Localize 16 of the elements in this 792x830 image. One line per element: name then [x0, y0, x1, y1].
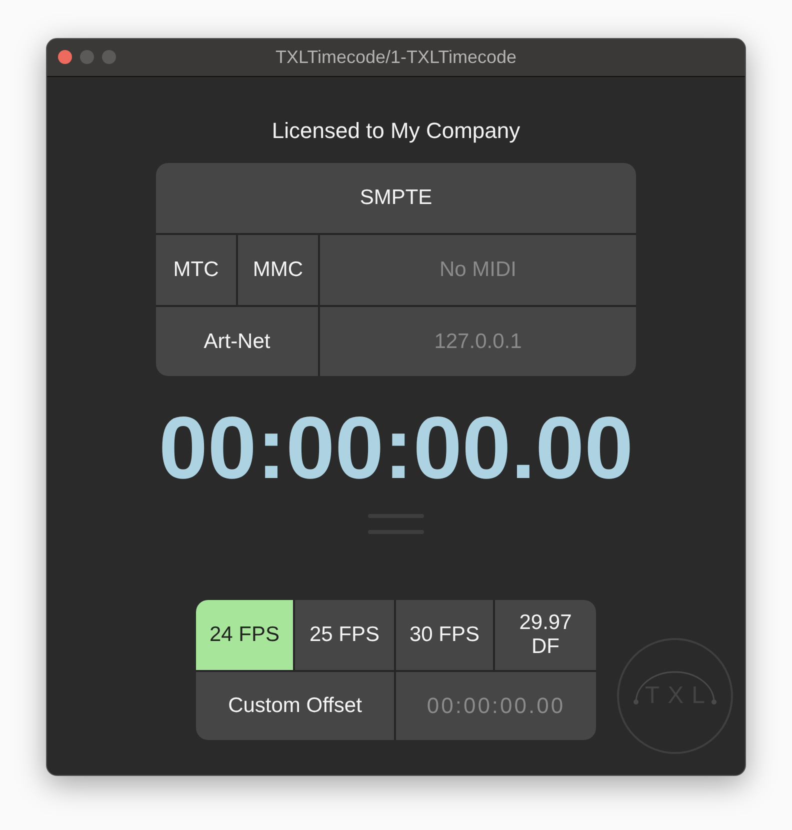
zoom-button[interactable]	[102, 50, 116, 64]
custom-offset-button[interactable]: Custom Offset	[196, 672, 394, 740]
artnet-button[interactable]: Art-Net	[156, 307, 318, 376]
mmc-button[interactable]: MMC	[238, 235, 318, 305]
frame-rate-button[interactable]: 24 FPS	[196, 600, 293, 670]
close-button[interactable]	[58, 50, 72, 64]
frame-rate-button[interactable]: 25 FPS	[295, 600, 394, 670]
timecode-display: 00:00:00.00	[158, 398, 634, 498]
mtc-button[interactable]: MTC	[156, 235, 236, 305]
frame-rate-button[interactable]: 29.97 DF	[495, 600, 596, 670]
offset-input-field[interactable]: 00:00:00.00	[396, 672, 596, 740]
window-title: TXLTimecode/1-TXLTimecode	[275, 47, 517, 68]
minimize-button[interactable]	[80, 50, 94, 64]
license-text: Licensed to My Company	[272, 117, 520, 145]
frame-rate-button[interactable]: 30 FPS	[396, 600, 493, 670]
smpte-button[interactable]: SMPTE	[156, 163, 636, 233]
